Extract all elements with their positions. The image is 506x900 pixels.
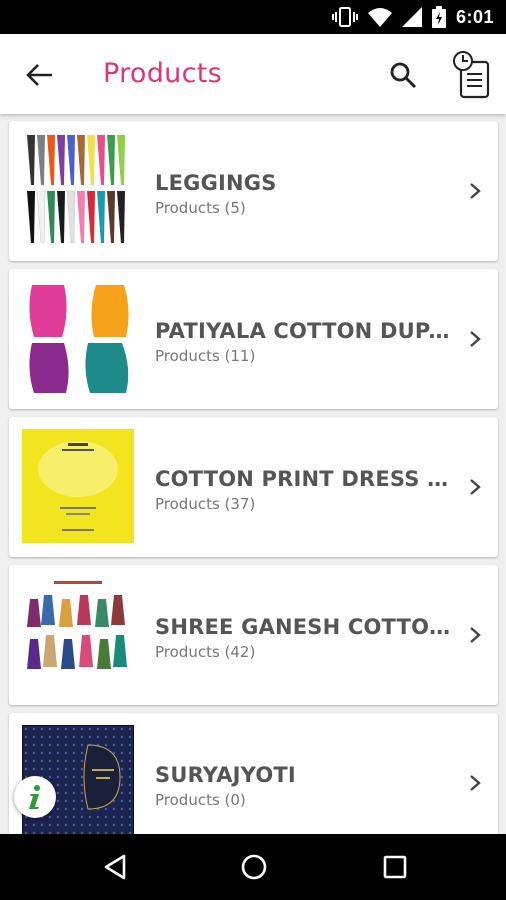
vibrate-icon bbox=[331, 7, 358, 27]
chevron-right-icon bbox=[470, 775, 481, 791]
category-count: Products (0) bbox=[155, 791, 246, 809]
category-card-suryajyoti[interactable]: SURYAJYOTI Products (0) bbox=[9, 713, 498, 834]
status-bar: 6:01 bbox=[0, 0, 506, 34]
category-name: SHREE GANESH COTTON PRINT bbox=[155, 615, 460, 639]
info-icon bbox=[29, 785, 40, 809]
back-arrow-icon[interactable] bbox=[22, 58, 56, 92]
wifi-icon bbox=[367, 8, 392, 27]
category-card-shree-ganesh[interactable]: SHREE GANESH COTTON PRINT Products (42) bbox=[9, 565, 498, 705]
category-name: LEGGINGS bbox=[155, 171, 277, 195]
category-count: Products (37) bbox=[155, 495, 256, 513]
category-card-cotton-print-dress[interactable]: COTTON PRINT DRESS MATERIAL Products (37… bbox=[9, 417, 498, 557]
category-card-leggings[interactable]: LEGGINGS Products (5) bbox=[9, 121, 498, 261]
nav-home-icon[interactable] bbox=[239, 852, 269, 882]
patiyala-thumbnail bbox=[22, 281, 134, 395]
chevron-right-icon bbox=[470, 183, 481, 199]
search-icon[interactable] bbox=[388, 60, 418, 90]
category-count: Products (42) bbox=[155, 643, 256, 661]
category-list: LEGGINGS Products (5) PATIYALA COTTON DU… bbox=[0, 114, 506, 834]
cotton-print-thumbnail bbox=[22, 429, 134, 543]
page-title: Products bbox=[103, 58, 222, 89]
nav-back-icon[interactable] bbox=[100, 852, 130, 882]
nav-recents-icon[interactable] bbox=[380, 852, 410, 882]
category-card-patiyala[interactable]: PATIYALA COTTON DUPATA Products (11) bbox=[9, 269, 498, 409]
battery-icon bbox=[431, 6, 446, 28]
system-nav-bar bbox=[0, 834, 506, 900]
shree-ganesh-thumbnail bbox=[22, 577, 134, 691]
signal-icon bbox=[401, 7, 422, 27]
chevron-right-icon bbox=[470, 331, 481, 347]
category-name: PATIYALA COTTON DUPATA bbox=[155, 319, 460, 343]
info-button[interactable] bbox=[14, 776, 56, 818]
category-count: Products (11) bbox=[155, 347, 256, 365]
category-name: SURYAJYOTI bbox=[155, 763, 296, 787]
status-time: 6:01 bbox=[455, 6, 494, 27]
category-name: COTTON PRINT DRESS MATERIAL bbox=[155, 467, 460, 491]
chevron-right-icon bbox=[470, 479, 481, 495]
leggings-thumbnail bbox=[22, 133, 134, 247]
category-count: Products (5) bbox=[155, 199, 246, 217]
chevron-right-icon bbox=[470, 627, 481, 643]
history-icon[interactable] bbox=[452, 50, 492, 100]
app-bar: Products bbox=[0, 34, 506, 114]
